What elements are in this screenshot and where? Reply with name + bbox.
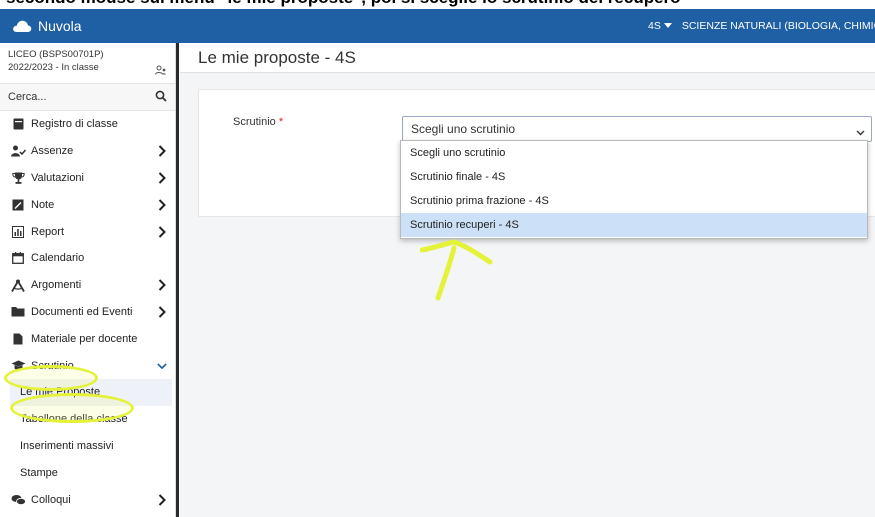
sidebar-item-label: Assenze	[31, 145, 74, 158]
sidebar-subitem-stampe[interactable]: Stampe	[0, 459, 175, 486]
book-icon	[10, 117, 26, 131]
sidebar-item-colloqui[interactable]: Colloqui	[0, 486, 175, 513]
highlight-proposte-annotation	[10, 393, 134, 423]
page-header: Le mie proposte - 4S	[180, 43, 875, 73]
sidebar-subitem-label: Stampe	[20, 466, 58, 479]
sidebar-item-label: Documenti ed Eventi	[31, 305, 133, 318]
brand-name: Nuvola	[38, 18, 82, 34]
user-check-icon	[10, 144, 26, 158]
sidebar-item-materiale[interactable]: Materiale per docente	[0, 325, 175, 352]
sidebar-item-label: Calendario	[31, 252, 85, 265]
sidebar-item-label: Materiale per docente	[31, 332, 138, 345]
select-value: Scegli uno scrutinio	[411, 122, 516, 136]
sidebar-subitem-inserimenti[interactable]: Inserimenti massivi	[0, 433, 175, 460]
sidebar-item-label: Colloqui	[31, 493, 71, 506]
sidebar-item-registro[interactable]: Registro di classe	[0, 111, 175, 138]
school-block: LICEO (BSPS00701P) 2022/2023 - In classe	[0, 43, 175, 84]
chevron-right-icon	[157, 225, 167, 238]
top-bar: Nuvola 4S SCIENZE NATURALI (BIOLOGIA, CH…	[0, 9, 875, 43]
chevron-right-icon	[157, 172, 167, 184]
dropdown-option[interactable]: Scrutinio prima frazione - 4S	[401, 189, 867, 213]
compass-icon	[10, 278, 26, 292]
search-field[interactable]: Cerca...	[0, 84, 175, 111]
required-mark: *	[278, 116, 284, 128]
sidebar-subitem-label: Inserimenti massivi	[20, 439, 114, 452]
scrutinio-dropdown-list: Scegli uno scrutinio Scrutinio finale - …	[400, 140, 868, 239]
sidebar-item-documenti[interactable]: Documenti ed Eventi	[0, 299, 175, 326]
chat-icon	[10, 493, 26, 507]
chevron-down-icon	[856, 125, 865, 139]
subject-selector[interactable]: SCIENZE NATURALI (BIOLOGIA, CHIMICA, S	[682, 20, 875, 32]
sidebar-item-label: Registro di classe	[31, 118, 118, 131]
class-selector[interactable]: 4S	[648, 20, 672, 32]
sidebar-item-label: Valutazioni	[31, 171, 84, 184]
school-name: LICEO (BSPS00701P)	[8, 49, 104, 60]
highlight-scrutinio-annotation	[4, 365, 98, 391]
chevron-right-icon	[157, 306, 167, 318]
chevron-right-icon	[157, 493, 167, 506]
arrow-annotation	[420, 239, 493, 301]
dropdown-option[interactable]: Scegli uno scrutinio	[401, 141, 867, 165]
sidebar-item-label: Report	[31, 225, 65, 238]
sidebar-item-report[interactable]: Report	[0, 218, 175, 245]
scrutinio-field-label: Scrutinio *	[233, 116, 283, 128]
sidebar-item-assenze[interactable]: Assenze	[0, 138, 175, 165]
cloud-icon	[12, 19, 32, 33]
sidebar-item-note[interactable]: Note	[0, 191, 175, 218]
chevron-down-icon	[157, 360, 167, 372]
chevron-right-icon	[157, 279, 167, 291]
report-icon	[10, 225, 26, 239]
trophy-icon	[10, 171, 26, 185]
caret-down-icon	[663, 20, 672, 32]
brand[interactable]: Nuvola	[12, 18, 82, 34]
sidebar-item-calendario[interactable]: Calendario	[0, 245, 175, 272]
chevron-right-icon	[157, 145, 167, 157]
sidebar-item-argomenti[interactable]: Argomenti	[0, 272, 175, 299]
file-icon	[10, 332, 26, 346]
users-icon[interactable]	[155, 62, 167, 80]
note-icon	[10, 198, 26, 212]
search-icon[interactable]	[155, 90, 167, 105]
chevron-right-icon	[157, 199, 167, 211]
sidebar-item-label: Note	[31, 198, 55, 211]
scrutinio-select[interactable]: Scegli uno scrutinio	[402, 116, 872, 142]
caption-text: secondo mouse sul menu "le mie proposte"…	[6, 0, 681, 8]
folder-icon	[10, 305, 26, 319]
sidebar-item-label: Argomenti	[31, 279, 82, 292]
sidebar-divider	[176, 43, 179, 517]
school-year: 2022/2023 - In classe	[8, 62, 99, 73]
dropdown-option[interactable]: Scrutinio finale - 4S	[401, 165, 867, 189]
calendar-icon	[10, 251, 26, 265]
page-title: Le mie proposte - 4S	[198, 47, 356, 67]
class-label: 4S	[648, 20, 661, 32]
sidebar: LICEO (BSPS00701P) 2022/2023 - In classe…	[0, 43, 176, 517]
sidebar-item-valutazioni[interactable]: Valutazioni	[0, 165, 175, 192]
main-content: Le mie proposte - 4S Scrutinio * Scegli …	[180, 43, 875, 517]
caption-strip: secondo mouse sul menu "le mie proposte"…	[0, 0, 875, 9]
dropdown-option-selected[interactable]: Scrutinio recuperi - 4S	[401, 213, 867, 237]
search-placeholder: Cerca...	[8, 91, 47, 103]
field-label-text: Scrutinio	[233, 116, 276, 128]
